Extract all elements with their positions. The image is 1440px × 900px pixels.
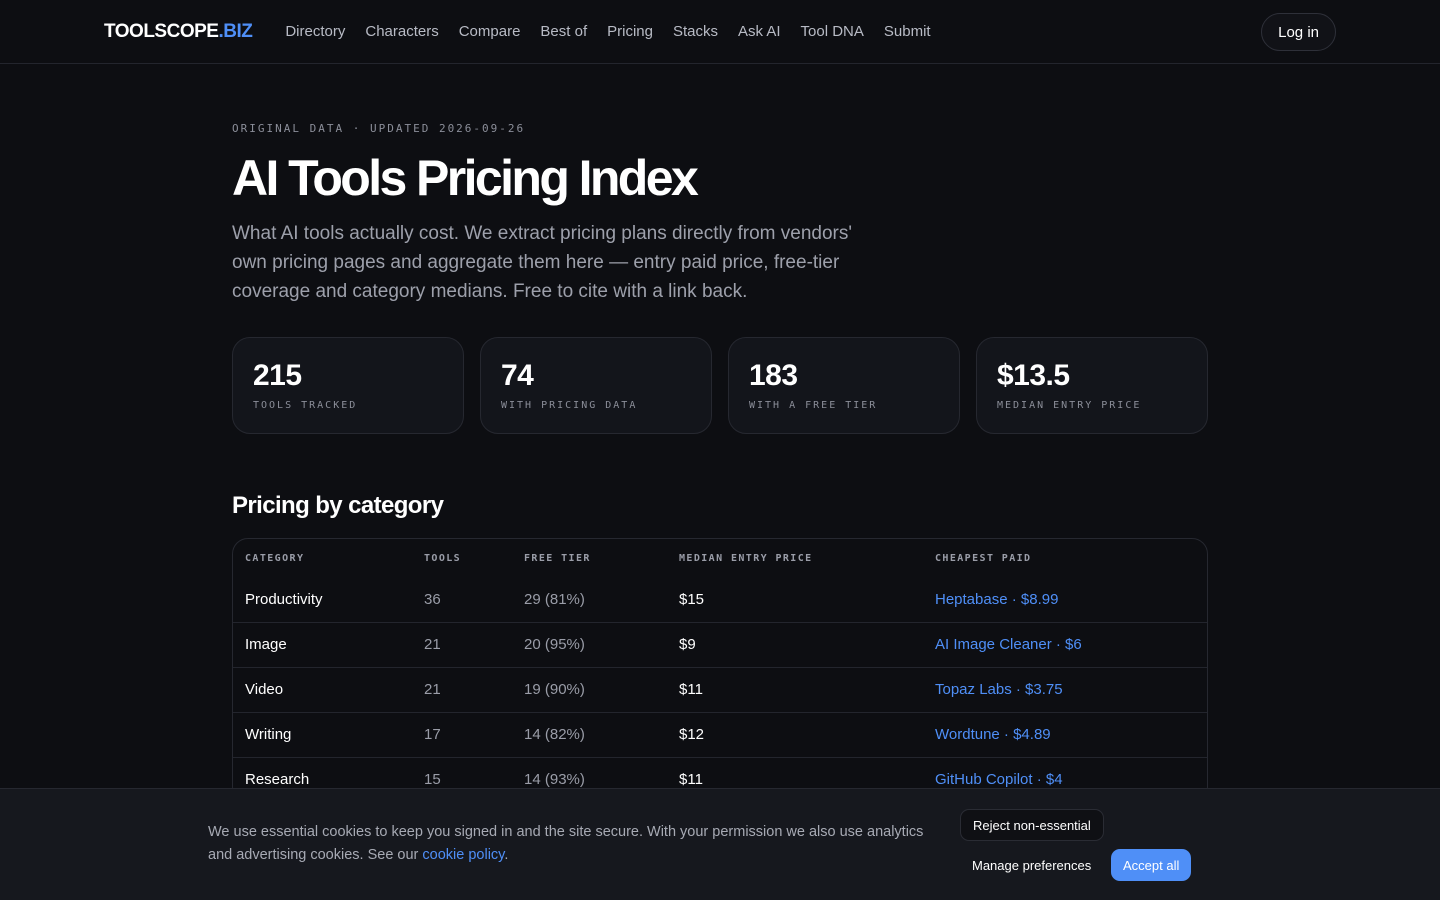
nav-link-compare[interactable]: Compare: [459, 23, 521, 40]
nav-link-ask-ai[interactable]: Ask AI: [738, 23, 781, 40]
column-header-tools[interactable]: TOOLS: [412, 539, 512, 577]
login-button[interactable]: Log in: [1261, 13, 1336, 51]
nav-link-characters[interactable]: Characters: [365, 23, 438, 40]
stat-card-with-pricing-data: 74 WITH PRICING DATA: [480, 337, 712, 434]
cell-free-tier: 29 (81%): [524, 590, 585, 608]
logo-accent-text: .BIZ: [218, 20, 253, 42]
cookie-message-end: .: [504, 847, 509, 863]
top-navigation-bar: TOOLSCOPE.BIZ Directory Characters Compa…: [0, 0, 1440, 64]
column-header-cheapest-paid[interactable]: CHEAPEST PAID: [923, 539, 1207, 577]
cell-free-tier: 14 (82%): [512, 711, 667, 757]
cheapest-tool-link[interactable]: Topaz Labs · $3.75: [935, 681, 1063, 698]
column-header-free-tier[interactable]: FREE TIER: [512, 539, 667, 577]
cell-median-price: $12: [667, 711, 923, 757]
nav-link-submit[interactable]: Submit: [884, 23, 931, 40]
cell-tools: 36: [424, 590, 441, 608]
stat-value: 183: [749, 359, 798, 392]
cell-median-price: $15: [679, 590, 705, 608]
main-content: ORIGINAL DATA · UPDATED 2026-09-26 AI To…: [232, 64, 1208, 803]
cell-tools: 21: [412, 621, 512, 667]
table-header-row: CATEGORY TOOLS FREE TIER MEDIAN ENTRY PR…: [233, 539, 1207, 577]
cell-category: Image: [233, 621, 412, 667]
stat-label: WITH PRICING DATA: [501, 400, 638, 411]
cell-cheapest-paid: Topaz Labs · $3.75: [923, 666, 1207, 712]
stat-value: 74: [501, 359, 534, 392]
cookie-policy-link[interactable]: cookie policy: [422, 847, 504, 863]
column-header-median-entry-price[interactable]: MEDIAN ENTRY PRICE: [667, 539, 923, 577]
stat-label: WITH A FREE TIER: [749, 400, 878, 411]
cheapest-tool-link[interactable]: Wordtune · $4.89: [935, 726, 1051, 743]
nav-link-best-of[interactable]: Best of: [540, 23, 587, 40]
cheapest-tool-link[interactable]: GitHub Copilot · $4: [935, 771, 1063, 788]
cheapest-tool-link[interactable]: AI Image Cleaner · $6: [935, 636, 1082, 653]
cell-tools: 17: [412, 711, 512, 757]
cell-cheapest-paid: Heptabase · $8.99: [923, 577, 1207, 622]
nav-link-stacks[interactable]: Stacks: [673, 23, 718, 40]
page-eyebrow: ORIGINAL DATA · UPDATED 2026-09-26: [232, 122, 526, 135]
stat-value: $13.5: [997, 359, 1070, 392]
table-row: Productivity 36 29 (81%) $15 Heptabase ·…: [233, 577, 1207, 622]
stat-value: 215: [253, 359, 302, 392]
cell-category: Video: [233, 666, 412, 712]
cell-cheapest-paid: Wordtune · $4.89: [923, 711, 1207, 757]
cell-tools: 21: [412, 666, 512, 712]
stat-card-tools-tracked: 215 TOOLS TRACKED: [232, 337, 464, 434]
cell-category: Writing: [233, 711, 412, 757]
stat-card-with-free-tier: 183 WITH A FREE TIER: [728, 337, 960, 434]
table-row: Writing 17 14 (82%) $12 Wordtune · $4.89: [233, 711, 1207, 757]
cookie-banner: We use essential cookies to keep you sig…: [0, 788, 1440, 900]
page-lead: What AI tools actually cost. We extract …: [232, 223, 852, 302]
cookie-message-text: We use essential cookies to keep you sig…: [208, 824, 924, 863]
cookie-message: We use essential cookies to keep you sig…: [208, 821, 948, 867]
reject-non-essential-button[interactable]: Reject non-essential: [960, 809, 1104, 841]
nav-link-pricing[interactable]: Pricing: [607, 23, 653, 40]
accept-all-button[interactable]: Accept all: [1111, 849, 1192, 881]
cell-median-price: $9: [667, 621, 923, 667]
cell-free-tier: 19 (90%): [512, 666, 667, 712]
logo-main-text: TOOLSCOPE: [104, 20, 219, 42]
pricing-table: CATEGORY TOOLS FREE TIER MEDIAN ENTRY PR…: [232, 538, 1208, 803]
stat-label: TOOLS TRACKED: [253, 400, 358, 411]
manage-preferences-button[interactable]: Manage preferences: [960, 849, 1103, 881]
site-logo[interactable]: TOOLSCOPE.BIZ: [104, 20, 253, 43]
cell-median-price: $11: [667, 666, 923, 712]
cell-cheapest-paid: AI Image Cleaner · $6: [923, 621, 1207, 667]
cheapest-tool-link[interactable]: Heptabase · $8.99: [935, 591, 1058, 608]
stat-card-median-entry-price: $13.5 MEDIAN ENTRY PRICE: [976, 337, 1208, 434]
main-nav: Directory Characters Compare Best of Pri…: [285, 23, 930, 40]
table-row: Image 21 20 (95%) $9 AI Image Cleaner · …: [233, 621, 1207, 667]
column-header-category[interactable]: CATEGORY: [233, 539, 412, 577]
page-title: AI Tools Pricing Index: [232, 150, 699, 206]
nav-link-directory[interactable]: Directory: [285, 23, 345, 40]
section-title-pricing-by-category: Pricing by category: [232, 492, 444, 519]
cell-category: Productivity: [245, 590, 323, 608]
stats-row: 215 TOOLS TRACKED 74 WITH PRICING DATA 1…: [232, 337, 1208, 434]
cell-free-tier: 20 (95%): [512, 621, 667, 667]
table-row: Video 21 19 (90%) $11 Topaz Labs · $3.75: [233, 666, 1207, 712]
stat-label: MEDIAN ENTRY PRICE: [997, 400, 1142, 411]
nav-link-tool-dna[interactable]: Tool DNA: [801, 23, 864, 40]
